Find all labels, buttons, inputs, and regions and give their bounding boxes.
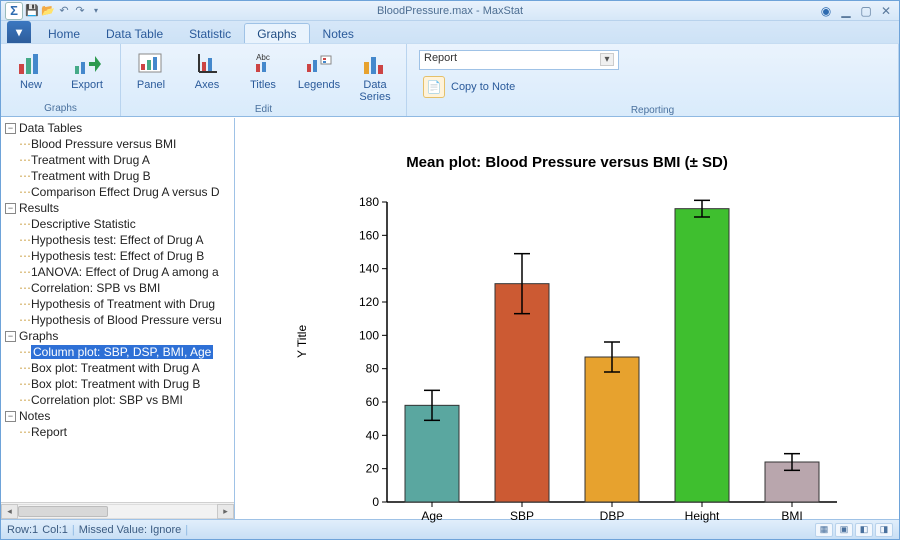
quick-access-toolbar: Σ 💾 📂 ↶ ↷ ▾ xyxy=(1,2,107,20)
help-icon[interactable]: ◉ xyxy=(819,4,833,18)
panel-icon xyxy=(136,50,166,78)
navigator-panel: −Data Tables ⋯Blood Pressure versus BMI … xyxy=(1,118,235,519)
status-col: Col:1 xyxy=(42,524,68,536)
tree-item[interactable]: ⋯Box plot: Treatment with Drug A xyxy=(1,360,234,376)
svg-text:140: 140 xyxy=(359,262,379,276)
tree-item-selected[interactable]: ⋯Column plot: SBP, DSP, BMI, Age xyxy=(1,344,234,360)
status-btn-4[interactable]: ◨ xyxy=(875,523,893,537)
copy-to-note-label: Copy to Note xyxy=(451,81,515,93)
status-missed: Missed Value: Ignore xyxy=(79,524,182,536)
export-icon xyxy=(72,50,102,78)
svg-text:20: 20 xyxy=(366,462,380,476)
data-series-icon xyxy=(360,50,390,78)
tree-node-notes[interactable]: −Notes xyxy=(1,408,234,424)
axes-icon xyxy=(192,50,222,78)
svg-text:Abc: Abc xyxy=(256,53,270,62)
svg-text:40: 40 xyxy=(366,428,380,442)
tree-item[interactable]: ⋯Hypothesis test: Effect of Drug A xyxy=(1,232,234,248)
ribbon: New Export Graphs Panel Axes xyxy=(1,43,899,117)
group-label-reporting: Reporting xyxy=(411,104,894,118)
tree-node-graphs[interactable]: −Graphs xyxy=(1,328,234,344)
app-button[interactable]: ▾ xyxy=(7,21,31,43)
tree-item[interactable]: ⋯Correlation plot: SBP vs BMI xyxy=(1,392,234,408)
svg-text:DBP: DBP xyxy=(600,509,625,523)
export-button[interactable]: Export xyxy=(61,46,113,102)
svg-text:180: 180 xyxy=(359,195,379,209)
tree-item[interactable]: ⋯Hypothesis of Treatment with Drug xyxy=(1,296,234,312)
scroll-track[interactable] xyxy=(18,504,217,519)
qat-dropdown-icon[interactable]: ▾ xyxy=(89,4,103,18)
tree-item[interactable]: ⋯Treatment with Drug A xyxy=(1,152,234,168)
tree-item[interactable]: ⋯Report xyxy=(1,424,234,440)
svg-text:BMI: BMI xyxy=(781,509,802,523)
ribbon-tabs: ▾ Home Data Table Statistic Graphs Notes xyxy=(1,21,899,43)
tab-notes[interactable]: Notes xyxy=(310,23,367,43)
tree-item[interactable]: ⋯Comparison Effect Drug A versus D xyxy=(1,184,234,200)
title-bar: Σ 💾 📂 ↶ ↷ ▾ BloodPressure.max - MaxStat … xyxy=(1,1,899,21)
tree-item[interactable]: ⋯Hypothesis of Blood Pressure versu xyxy=(1,312,234,328)
status-btn-3[interactable]: ◧ xyxy=(855,523,873,537)
qat-open-icon[interactable]: 📂 xyxy=(41,4,55,18)
titles-icon: Abc xyxy=(248,50,278,78)
tab-statistic[interactable]: Statistic xyxy=(176,23,244,43)
axes-button[interactable]: Axes xyxy=(181,46,233,103)
status-row: Row:1 xyxy=(7,524,38,536)
y-axis-title: Y Title xyxy=(295,325,309,358)
legends-button[interactable]: Legends xyxy=(293,46,345,103)
chart-plot: 0 20 40 60 80 100 120 140 160 180 Age SBP DBP Height B… xyxy=(347,192,847,532)
svg-text:SBP: SBP xyxy=(510,509,534,523)
svg-text:0: 0 xyxy=(372,495,379,509)
group-label-graphs: Graphs xyxy=(5,102,116,116)
panel-button[interactable]: Panel xyxy=(125,46,177,103)
qat-save-icon[interactable]: 💾 xyxy=(25,4,39,18)
svg-text:Age: Age xyxy=(421,509,443,523)
window-title: BloodPressure.max - MaxStat xyxy=(1,5,899,17)
tree-hscrollbar[interactable]: ◂ ▸ xyxy=(1,502,234,519)
scroll-left-icon[interactable]: ◂ xyxy=(1,504,18,519)
svg-text:160: 160 xyxy=(359,228,379,242)
tree-item[interactable]: ⋯Blood Pressure versus BMI xyxy=(1,136,234,152)
chart-title: Mean plot: Blood Pressure versus BMI (± … xyxy=(235,118,899,171)
copy-to-note-button[interactable]: 📄 Copy to Note xyxy=(419,74,886,100)
copy-note-icon: 📄 xyxy=(423,76,445,98)
tree-item[interactable]: ⋯Treatment with Drug B xyxy=(1,168,234,184)
tree-item[interactable]: ⋯1ANOVA: Effect of Drug A among a xyxy=(1,264,234,280)
report-select[interactable]: Report xyxy=(419,50,619,70)
tree-item[interactable]: ⋯Box plot: Treatment with Drug B xyxy=(1,376,234,392)
svg-text:120: 120 xyxy=(359,295,379,309)
qat-redo-icon[interactable]: ↷ xyxy=(73,4,87,18)
svg-text:60: 60 xyxy=(366,395,380,409)
tree-item[interactable]: ⋯Hypothesis test: Effect of Drug B xyxy=(1,248,234,264)
scroll-thumb[interactable] xyxy=(18,506,108,517)
minimize-icon[interactable]: ▁ xyxy=(839,4,853,18)
svg-text:Height: Height xyxy=(685,509,720,523)
titles-button[interactable]: Abc Titles xyxy=(237,46,289,103)
close-icon[interactable]: ✕ xyxy=(879,4,893,18)
qat-undo-icon[interactable]: ↶ xyxy=(57,4,71,18)
tree-item[interactable]: ⋯Descriptive Statistic xyxy=(1,216,234,232)
tree-item[interactable]: ⋯Correlation: SPB vs BMI xyxy=(1,280,234,296)
app-menu-button[interactable]: Σ xyxy=(5,2,23,20)
svg-text:100: 100 xyxy=(359,328,379,342)
new-button[interactable]: New xyxy=(5,46,57,102)
scroll-right-icon[interactable]: ▸ xyxy=(217,504,234,519)
navigator-tree[interactable]: −Data Tables ⋯Blood Pressure versus BMI … xyxy=(1,118,234,502)
group-label-edit: Edit xyxy=(125,103,402,117)
legends-icon xyxy=(304,50,334,78)
chart-area: Mean plot: Blood Pressure versus BMI (± … xyxy=(235,118,899,519)
tab-home[interactable]: Home xyxy=(35,23,93,43)
tab-graphs[interactable]: Graphs xyxy=(244,23,309,43)
tree-node-data-tables[interactable]: −Data Tables xyxy=(1,120,234,136)
chart-icon xyxy=(16,50,46,78)
svg-text:80: 80 xyxy=(366,362,380,376)
data-series-button[interactable]: DataSeries xyxy=(349,46,401,103)
tab-data-table[interactable]: Data Table xyxy=(93,23,176,43)
maximize-icon[interactable]: ▢ xyxy=(859,4,873,18)
tree-node-results[interactable]: −Results xyxy=(1,200,234,216)
